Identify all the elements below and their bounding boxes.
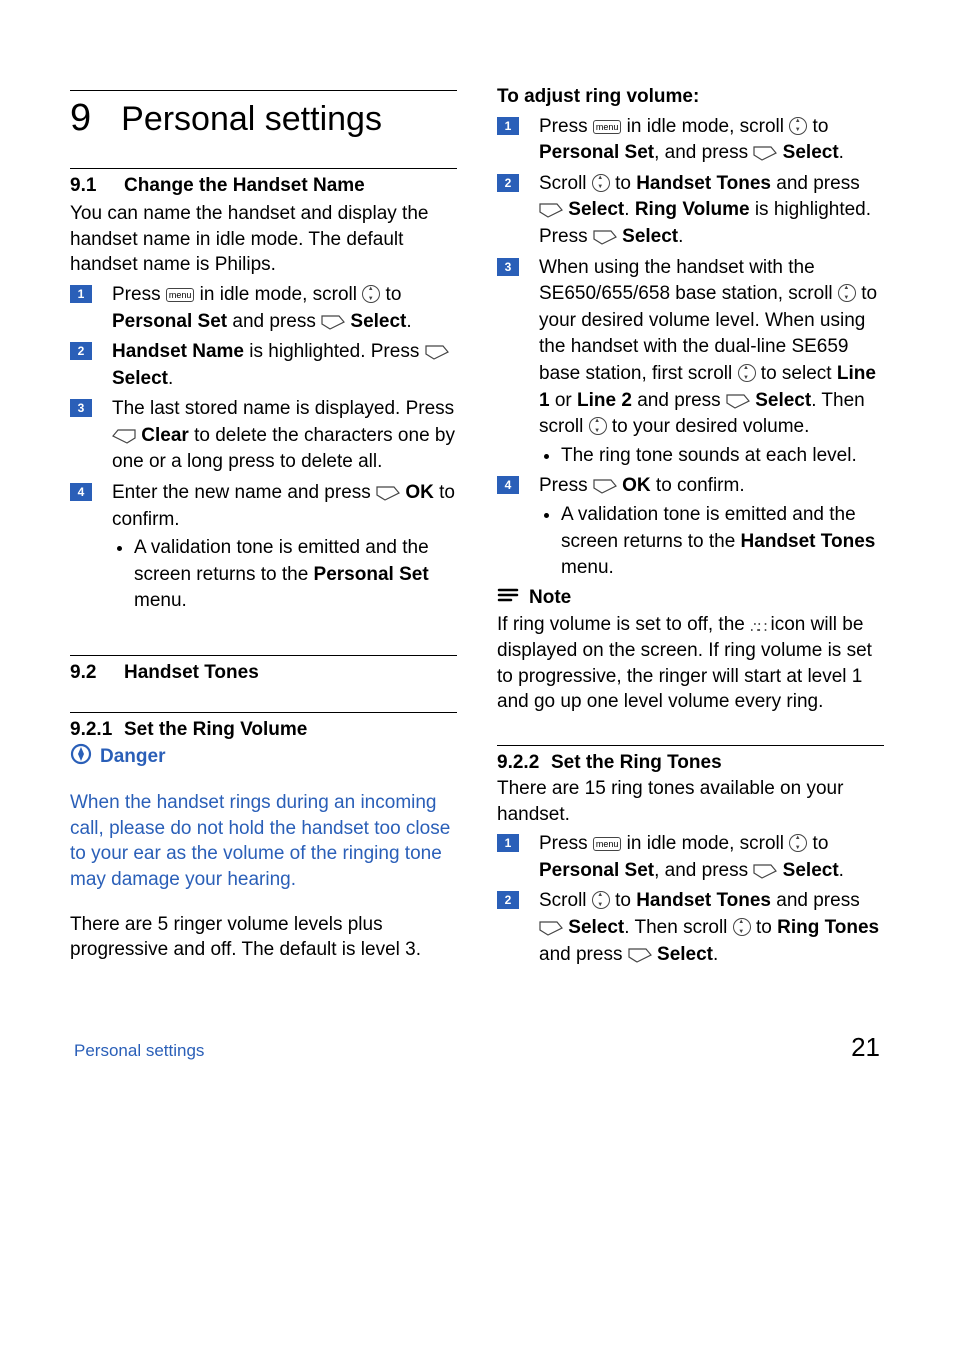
nav-key-icon — [838, 284, 856, 302]
step-1: 1 Press menu in idle mode, scroll to Per… — [497, 831, 884, 884]
right-column: To adjust ring volume: 1 Press menu in i… — [497, 80, 884, 972]
softkey-left-icon — [593, 477, 617, 495]
section-9-2-2-intro: There are 15 ring tones available on you… — [497, 776, 884, 827]
list-item: The ring tone sounds at each level. — [561, 443, 884, 470]
danger-icon — [70, 743, 92, 771]
step-badge: 4 — [70, 483, 92, 501]
section-9-1-heading: 9.1Change the Handset Name — [70, 175, 457, 197]
nav-key-icon — [589, 417, 607, 435]
divider — [70, 168, 457, 169]
note-heading: Note — [497, 586, 884, 610]
softkey-left-icon — [593, 228, 617, 246]
step-badge: 2 — [70, 342, 92, 360]
divider — [70, 712, 457, 713]
ring-tones-steps: 1 Press menu in idle mode, scroll to Per… — [497, 831, 884, 968]
step-3: 3 The last stored name is displayed. Pre… — [70, 396, 457, 476]
step-4: 4 Enter the new name and press OK to con… — [70, 480, 457, 615]
ring-volume-body: There are 5 ringer volume levels plus pr… — [70, 912, 457, 963]
menu-key-icon: menu — [166, 288, 195, 302]
menu-key-icon: menu — [593, 837, 622, 851]
softkey-left-icon — [376, 484, 400, 502]
step-badge: 4 — [497, 476, 519, 494]
step-badge: 2 — [497, 891, 519, 909]
nav-key-icon — [592, 174, 610, 192]
danger-heading: Danger — [70, 743, 457, 771]
page-footer: Personal settings 21 — [70, 1032, 884, 1063]
chapter-heading: 9 Personal settings — [70, 97, 457, 140]
nav-key-icon — [592, 891, 610, 909]
section-9-1-intro: You can name the handset and display the… — [70, 201, 457, 278]
step-badge: 3 — [70, 399, 92, 417]
ring-volume-steps: 1 Press menu in idle mode, scroll to Per… — [497, 114, 884, 582]
section-9-2-heading: 9.2Handset Tones — [70, 662, 457, 684]
note-body: If ring volume is set to off, the ∴∷ ico… — [497, 612, 884, 715]
ringer-off-icon: ∴∷ — [750, 618, 765, 638]
step-3: 3 When using the handset with the SE650/… — [497, 255, 884, 470]
step-2: 2 Scroll to Handset Tones and press Sele… — [497, 888, 884, 968]
divider — [497, 745, 884, 746]
softkey-left-icon — [753, 144, 777, 162]
section-9-1-steps: 1 Press menu in idle mode, scroll to Per… — [70, 282, 457, 615]
softkey-right-icon — [112, 427, 136, 445]
softkey-left-icon — [753, 862, 777, 880]
step-2: 2 Scroll to Handset Tones and press Sele… — [497, 171, 884, 251]
chapter-number: 9 — [70, 97, 91, 140]
step-badge: 1 — [70, 285, 92, 303]
step-2: 2 Handset Name is highlighted. Press Sel… — [70, 339, 457, 392]
softkey-left-icon — [539, 919, 563, 937]
softkey-left-icon — [539, 201, 563, 219]
section-9-2-1-heading: 9.2.1Set the Ring Volume — [70, 719, 457, 741]
step-4: 4 Press OK to confirm. A validation tone… — [497, 473, 884, 581]
chapter-title: Personal settings — [121, 100, 382, 139]
step-badge: 2 — [497, 174, 519, 192]
danger-body: When the handset rings during an incomin… — [70, 790, 457, 893]
nav-key-icon — [362, 285, 380, 303]
procedure-title: To adjust ring volume: — [497, 84, 884, 110]
nav-key-icon — [789, 117, 807, 135]
section-9-2-2-heading: 9.2.2Set the Ring Tones — [497, 752, 884, 774]
step-1: 1 Press menu in idle mode, scroll to Per… — [70, 282, 457, 335]
list-item: A validation tone is emitted and the scr… — [134, 535, 457, 615]
nav-key-icon — [733, 918, 751, 936]
softkey-left-icon — [425, 343, 449, 361]
list-item: A validation tone is emitted and the scr… — [561, 502, 884, 582]
divider — [70, 90, 457, 91]
step-1: 1 Press menu in idle mode, scroll to Per… — [497, 114, 884, 167]
footer-section-name: Personal settings — [74, 1041, 204, 1061]
step-badge: 3 — [497, 258, 519, 276]
note-icon — [497, 586, 519, 610]
menu-key-icon: menu — [593, 120, 622, 134]
step-badge: 1 — [497, 834, 519, 852]
left-column: 9 Personal settings 9.1Change the Handse… — [70, 80, 457, 972]
softkey-left-icon — [321, 313, 345, 331]
divider — [70, 655, 457, 656]
page-number: 21 — [851, 1032, 880, 1063]
softkey-left-icon — [726, 392, 750, 410]
nav-key-icon — [738, 364, 756, 382]
step-badge: 1 — [497, 117, 519, 135]
softkey-left-icon — [628, 946, 652, 964]
nav-key-icon — [789, 834, 807, 852]
